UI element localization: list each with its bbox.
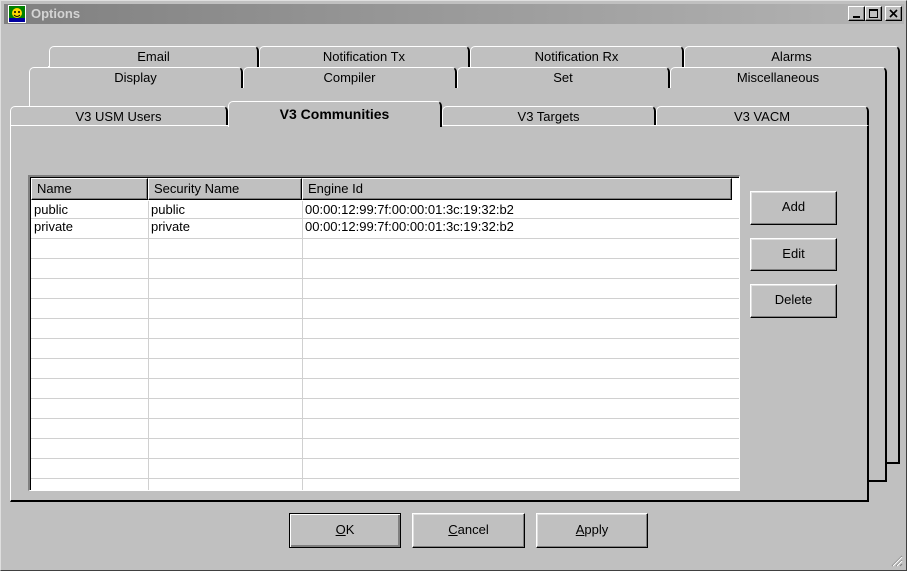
minimize-button[interactable] [848,6,865,21]
tab-miscellaneous[interactable]: Miscellaneous [670,67,887,88]
cell-security-name: private [151,219,191,234]
cell-engine-id: 00:00:12:99:7f:00:00:01:3c:19:32:b2 [305,202,514,217]
edit-button[interactable]: Edit [750,238,837,271]
grid-line [31,278,739,279]
grid-line [31,238,739,239]
tab-v3-vacm[interactable]: V3 VACM [656,106,869,127]
grid-line [31,438,739,439]
column-header-security-name[interactable]: Security Name [148,178,302,200]
ok-button[interactable]: OK [289,513,401,548]
tab-v3-communities[interactable]: V3 Communities [228,101,442,127]
tab-alarms[interactable]: Alarms [684,46,900,67]
tab-notification-tx[interactable]: Notification Tx [259,46,470,67]
maximize-icon [869,9,878,18]
tab-set[interactable]: Set [457,67,670,88]
tab-v3-targets[interactable]: V3 Targets [442,106,656,127]
tab-v3-usm-users[interactable]: V3 USM Users [10,106,228,127]
minimize-icon [853,16,860,18]
grid-line [302,201,303,490]
title-bar[interactable]: Options [4,4,904,24]
maximize-button[interactable] [865,6,882,21]
options-window: Options Email Notification Tx Notificati… [0,0,907,571]
communities-list[interactable]: Name Security Name Engine Id public publ… [28,175,740,491]
grid-line [148,201,149,490]
options-app-icon [8,5,26,23]
grid-line [31,318,739,319]
tab-compiler[interactable]: Compiler [243,67,457,88]
tab-display[interactable]: Display [29,67,243,88]
add-button[interactable]: Add [750,191,837,225]
cell-name: private [34,219,74,234]
column-header-name[interactable]: Name [31,178,148,200]
cancel-button[interactable]: Cancel [412,513,525,548]
tab-email[interactable]: Email [49,46,259,67]
close-icon [889,9,898,18]
grid-line [31,298,739,299]
grid-line [31,358,739,359]
grid-line [31,378,739,379]
grid-line [31,478,739,479]
cell-engine-id: 00:00:12:99:7f:00:00:01:3c:19:32:b2 [305,219,514,234]
grid-line [31,258,739,259]
v3-communities-panel: Name Security Name Engine Id public publ… [10,125,869,502]
delete-button[interactable]: Delete [750,284,837,318]
tab-notification-rx[interactable]: Notification Rx [470,46,684,67]
resize-grip-icon[interactable] [890,554,903,567]
cell-name: public [34,202,68,217]
apply-button[interactable]: Apply [536,513,648,548]
grid-line [31,418,739,419]
column-header-engine-id[interactable]: Engine Id [302,178,732,200]
grid-line [31,398,739,399]
window-title: Options [31,6,81,21]
grid-line [31,458,739,459]
close-button[interactable] [885,6,902,21]
grid-line [31,338,739,339]
cell-security-name: public [151,202,185,217]
